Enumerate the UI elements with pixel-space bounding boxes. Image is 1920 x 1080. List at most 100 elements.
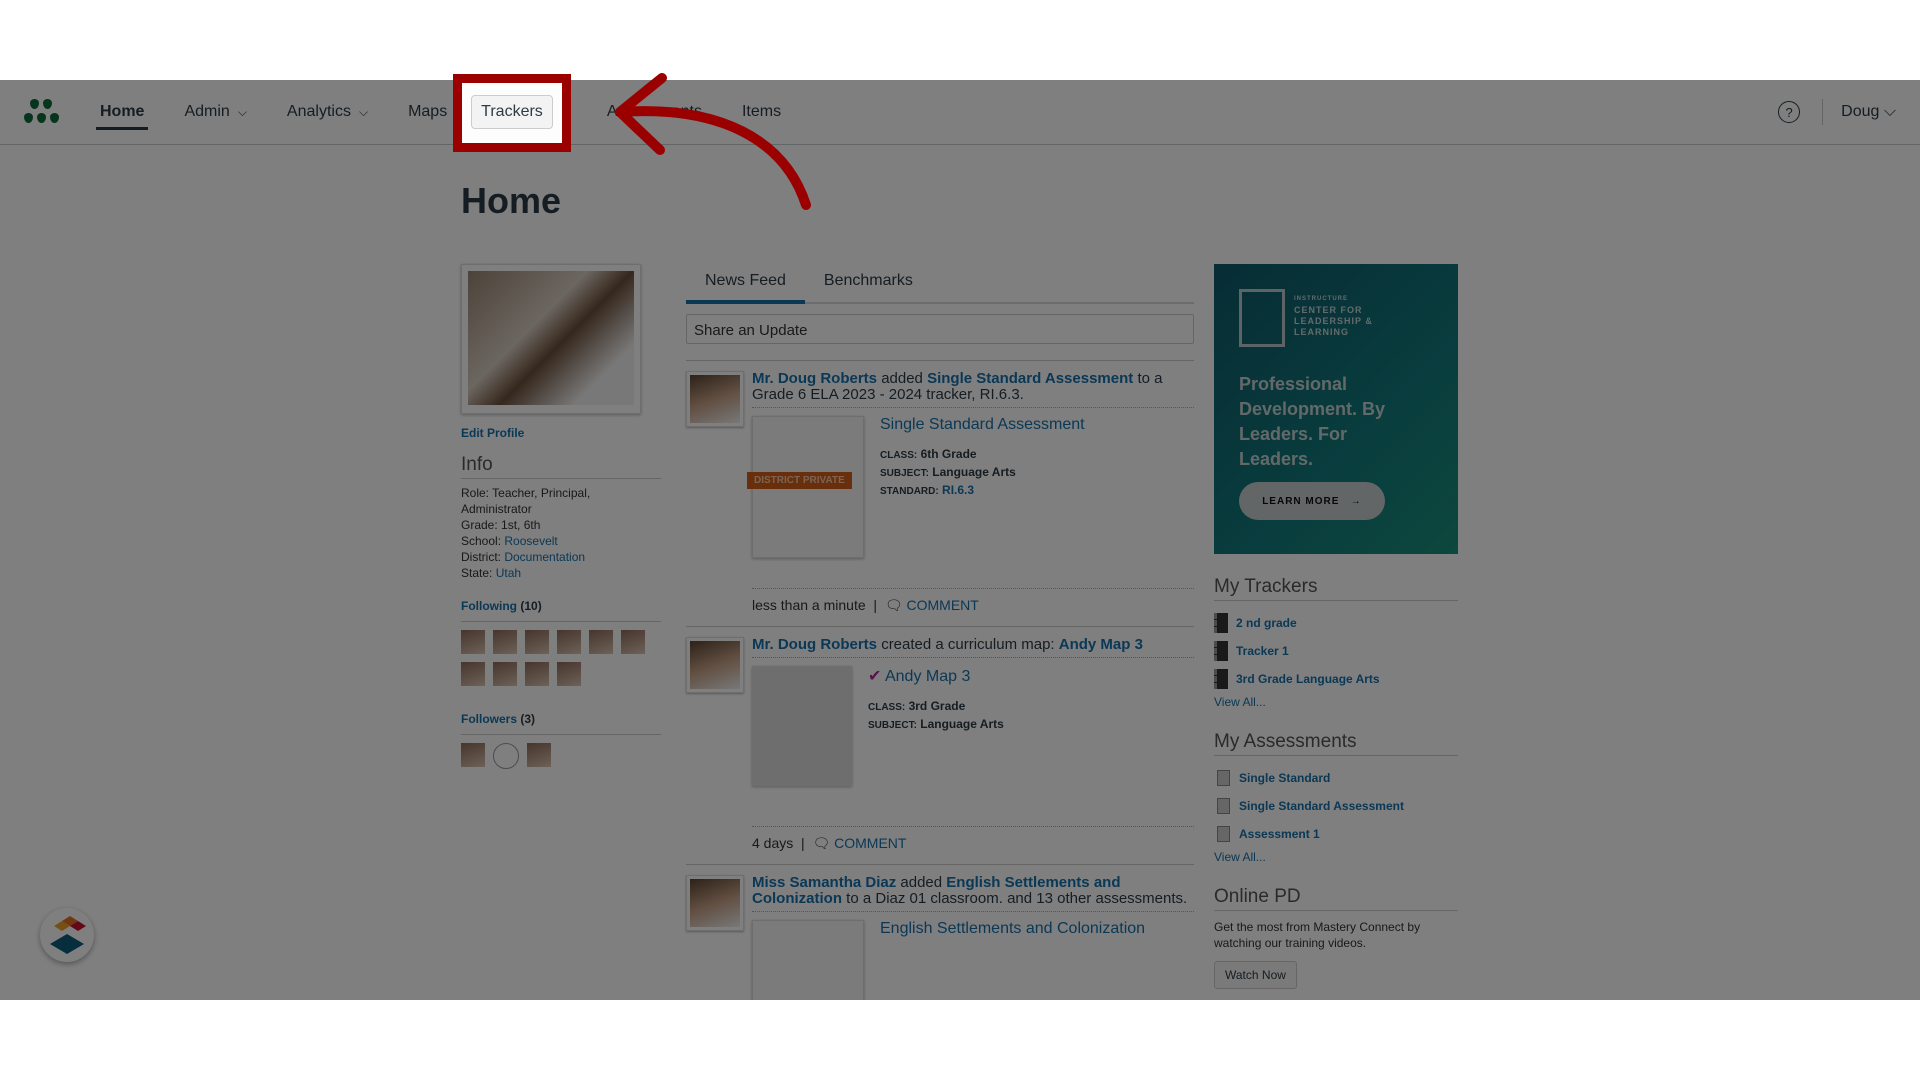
assessment-item[interactable]: Single Standard — [1214, 764, 1458, 792]
feed-tabs: News Feed Benchmarks — [686, 262, 1194, 304]
nav-admin-label: Admin — [184, 103, 230, 120]
tracker-item[interactable]: 3rd Grade Language Arts — [1214, 665, 1458, 693]
standard-link[interactable]: RI.6.3 — [942, 483, 974, 497]
actor-link[interactable]: Miss Samantha Diaz — [752, 874, 896, 891]
timestamp: 4 days — [752, 835, 794, 851]
instructure-help-button[interactable] — [40, 908, 94, 962]
grade-label: Grade: — [461, 518, 498, 532]
assessments-view-all-link[interactable]: View All... — [1214, 850, 1458, 864]
question-circle-icon[interactable]: ? — [1778, 101, 1801, 123]
verified-badge-icon: ✔ — [868, 668, 882, 685]
nav-analytics[interactable]: Analytics ⌵ — [287, 80, 368, 144]
chevron-down-icon: ⌵ — [237, 104, 247, 119]
avatar[interactable] — [461, 743, 485, 767]
divider — [1822, 99, 1824, 125]
school-link[interactable]: Roosevelt — [504, 534, 557, 548]
avatar[interactable] — [461, 662, 485, 686]
info-heading: Info — [461, 454, 661, 479]
feed-item: Miss Samantha Diaz added English Settlem… — [686, 875, 1194, 1000]
role-line: Role: Teacher, Principal, Administrator — [461, 485, 661, 517]
assessment-thumbnail[interactable]: DISTRICT PRIVATE — [747, 416, 864, 558]
nav-home-label: Home — [100, 103, 145, 120]
following-count: (10) — [520, 599, 542, 613]
document-icon — [1217, 826, 1230, 842]
standard-label: STANDARD: — [880, 486, 939, 497]
map-thumbnail[interactable] — [752, 666, 852, 786]
followers-link[interactable]: Followers — [461, 712, 517, 726]
assessment-item[interactable]: Assessment 1 — [1214, 820, 1458, 848]
nav-maps[interactable]: Maps — [408, 80, 447, 144]
instructure-logo-icon — [50, 916, 86, 954]
app-window: Home Admin⌵ Analytics⌵ Maps Trackers Ass… — [0, 80, 1920, 1000]
following-link[interactable]: Following — [461, 599, 517, 613]
avatar[interactable] — [525, 662, 549, 686]
mastery-connect-logo[interactable] — [24, 97, 62, 127]
object-link[interactable]: Single Standard Assessment — [927, 370, 1133, 387]
actor-link[interactable]: Mr. Doug Roberts — [752, 370, 877, 387]
feed-item-header: Mr. Doug Roberts created a curriculum ma… — [752, 637, 1194, 658]
avatar[interactable] — [686, 637, 744, 693]
tracker-item[interactable]: Tracker 1 — [1214, 637, 1458, 665]
tab-news-feed[interactable]: News Feed — [686, 262, 805, 304]
avatar[interactable] — [557, 662, 581, 686]
feed-item: Mr. Doug Roberts added Single Standard A… — [686, 371, 1194, 614]
actor-link[interactable]: Mr. Doug Roberts — [752, 636, 877, 653]
followers-heading: Followers (3) — [461, 712, 661, 735]
user-name: Doug — [1841, 103, 1880, 120]
callout-arrow-icon — [615, 73, 811, 210]
subject-label: SUBJECT: — [868, 720, 917, 731]
timestamp: less than a minute — [752, 597, 866, 613]
feed-item-header: Mr. Doug Roberts added Single Standard A… — [752, 371, 1194, 408]
feed-text: to a Diaz 01 classroom. and 13 other ass… — [846, 890, 1188, 907]
avatar[interactable] — [686, 371, 744, 427]
tracker-item[interactable]: 2 nd grade — [1214, 609, 1458, 637]
tracker-book-icon — [1214, 669, 1228, 689]
assessment-item[interactable]: Single Standard Assessment — [1214, 792, 1458, 820]
document-icon — [1217, 770, 1230, 786]
class-value: 3rd Grade — [908, 699, 966, 713]
avatar[interactable] — [557, 630, 581, 654]
user-menu[interactable]: Doug ⌵ — [1841, 103, 1896, 121]
school-line: School: Roosevelt — [461, 533, 661, 549]
share-update-input[interactable]: Share an Update — [686, 314, 1194, 344]
grade-line: Grade: 1st, 6th — [461, 517, 661, 533]
avatar[interactable] — [527, 743, 551, 767]
avatar[interactable] — [493, 662, 517, 686]
default-avatar-icon[interactable] — [493, 743, 519, 769]
card-title-link[interactable]: Single Standard Assessment — [880, 416, 1085, 434]
state-label: State: — [461, 566, 493, 580]
feed-item: Mr. Doug Roberts created a curriculum ma… — [686, 637, 1194, 852]
ad-brand: INSTRUCTURE CENTER FOR LEADERSHIP & LEARN… — [1294, 296, 1373, 337]
feed-meta: less than a minute | 🗨 COMMENT — [752, 588, 1194, 614]
comment-link[interactable]: COMMENT — [834, 835, 906, 851]
nav-maps-label: Maps — [408, 103, 448, 120]
assessment-thumbnail[interactable] — [752, 920, 864, 1000]
card-title-link[interactable]: English Settlements and Colonization — [880, 920, 1145, 938]
nav-admin[interactable]: Admin ⌵ — [184, 80, 246, 144]
comment-link[interactable]: COMMENT — [907, 597, 979, 613]
state-link[interactable]: Utah — [496, 566, 521, 580]
follower-avatars — [461, 743, 661, 769]
pd-advertisement[interactable]: INSTRUCTURE CENTER FOR LEADERSHIP & LEARN… — [1214, 264, 1458, 554]
watch-now-button[interactable]: Watch Now — [1214, 961, 1297, 989]
district-line: District: Documentation — [461, 549, 661, 565]
avatar[interactable] — [525, 630, 549, 654]
object-link[interactable]: Andy Map 3 — [1059, 636, 1143, 653]
learn-more-button[interactable]: LEARN MORE → — [1239, 482, 1385, 520]
right-sidebar: INSTRUCTURE CENTER FOR LEADERSHIP & LEARN… — [1214, 264, 1458, 989]
tab-benchmarks[interactable]: Benchmarks — [805, 262, 932, 302]
edit-profile-link[interactable]: Edit Profile — [461, 426, 661, 440]
avatar[interactable] — [686, 875, 744, 931]
subject-value: Language Arts — [932, 465, 1016, 479]
followers-count: (3) — [520, 712, 536, 726]
district-link[interactable]: Documentation — [504, 550, 585, 564]
nav-home[interactable]: Home — [95, 80, 149, 144]
tracker-book-icon — [1214, 613, 1228, 633]
avatar[interactable] — [461, 630, 485, 654]
assessment-card: English Settlements and Colonization — [752, 920, 1194, 1000]
trackers-view-all-link[interactable]: View All... — [1214, 695, 1458, 709]
avatar[interactable] — [621, 630, 645, 654]
avatar[interactable] — [589, 630, 613, 654]
avatar[interactable] — [493, 630, 517, 654]
card-title-link[interactable]: Andy Map 3 — [885, 668, 970, 685]
